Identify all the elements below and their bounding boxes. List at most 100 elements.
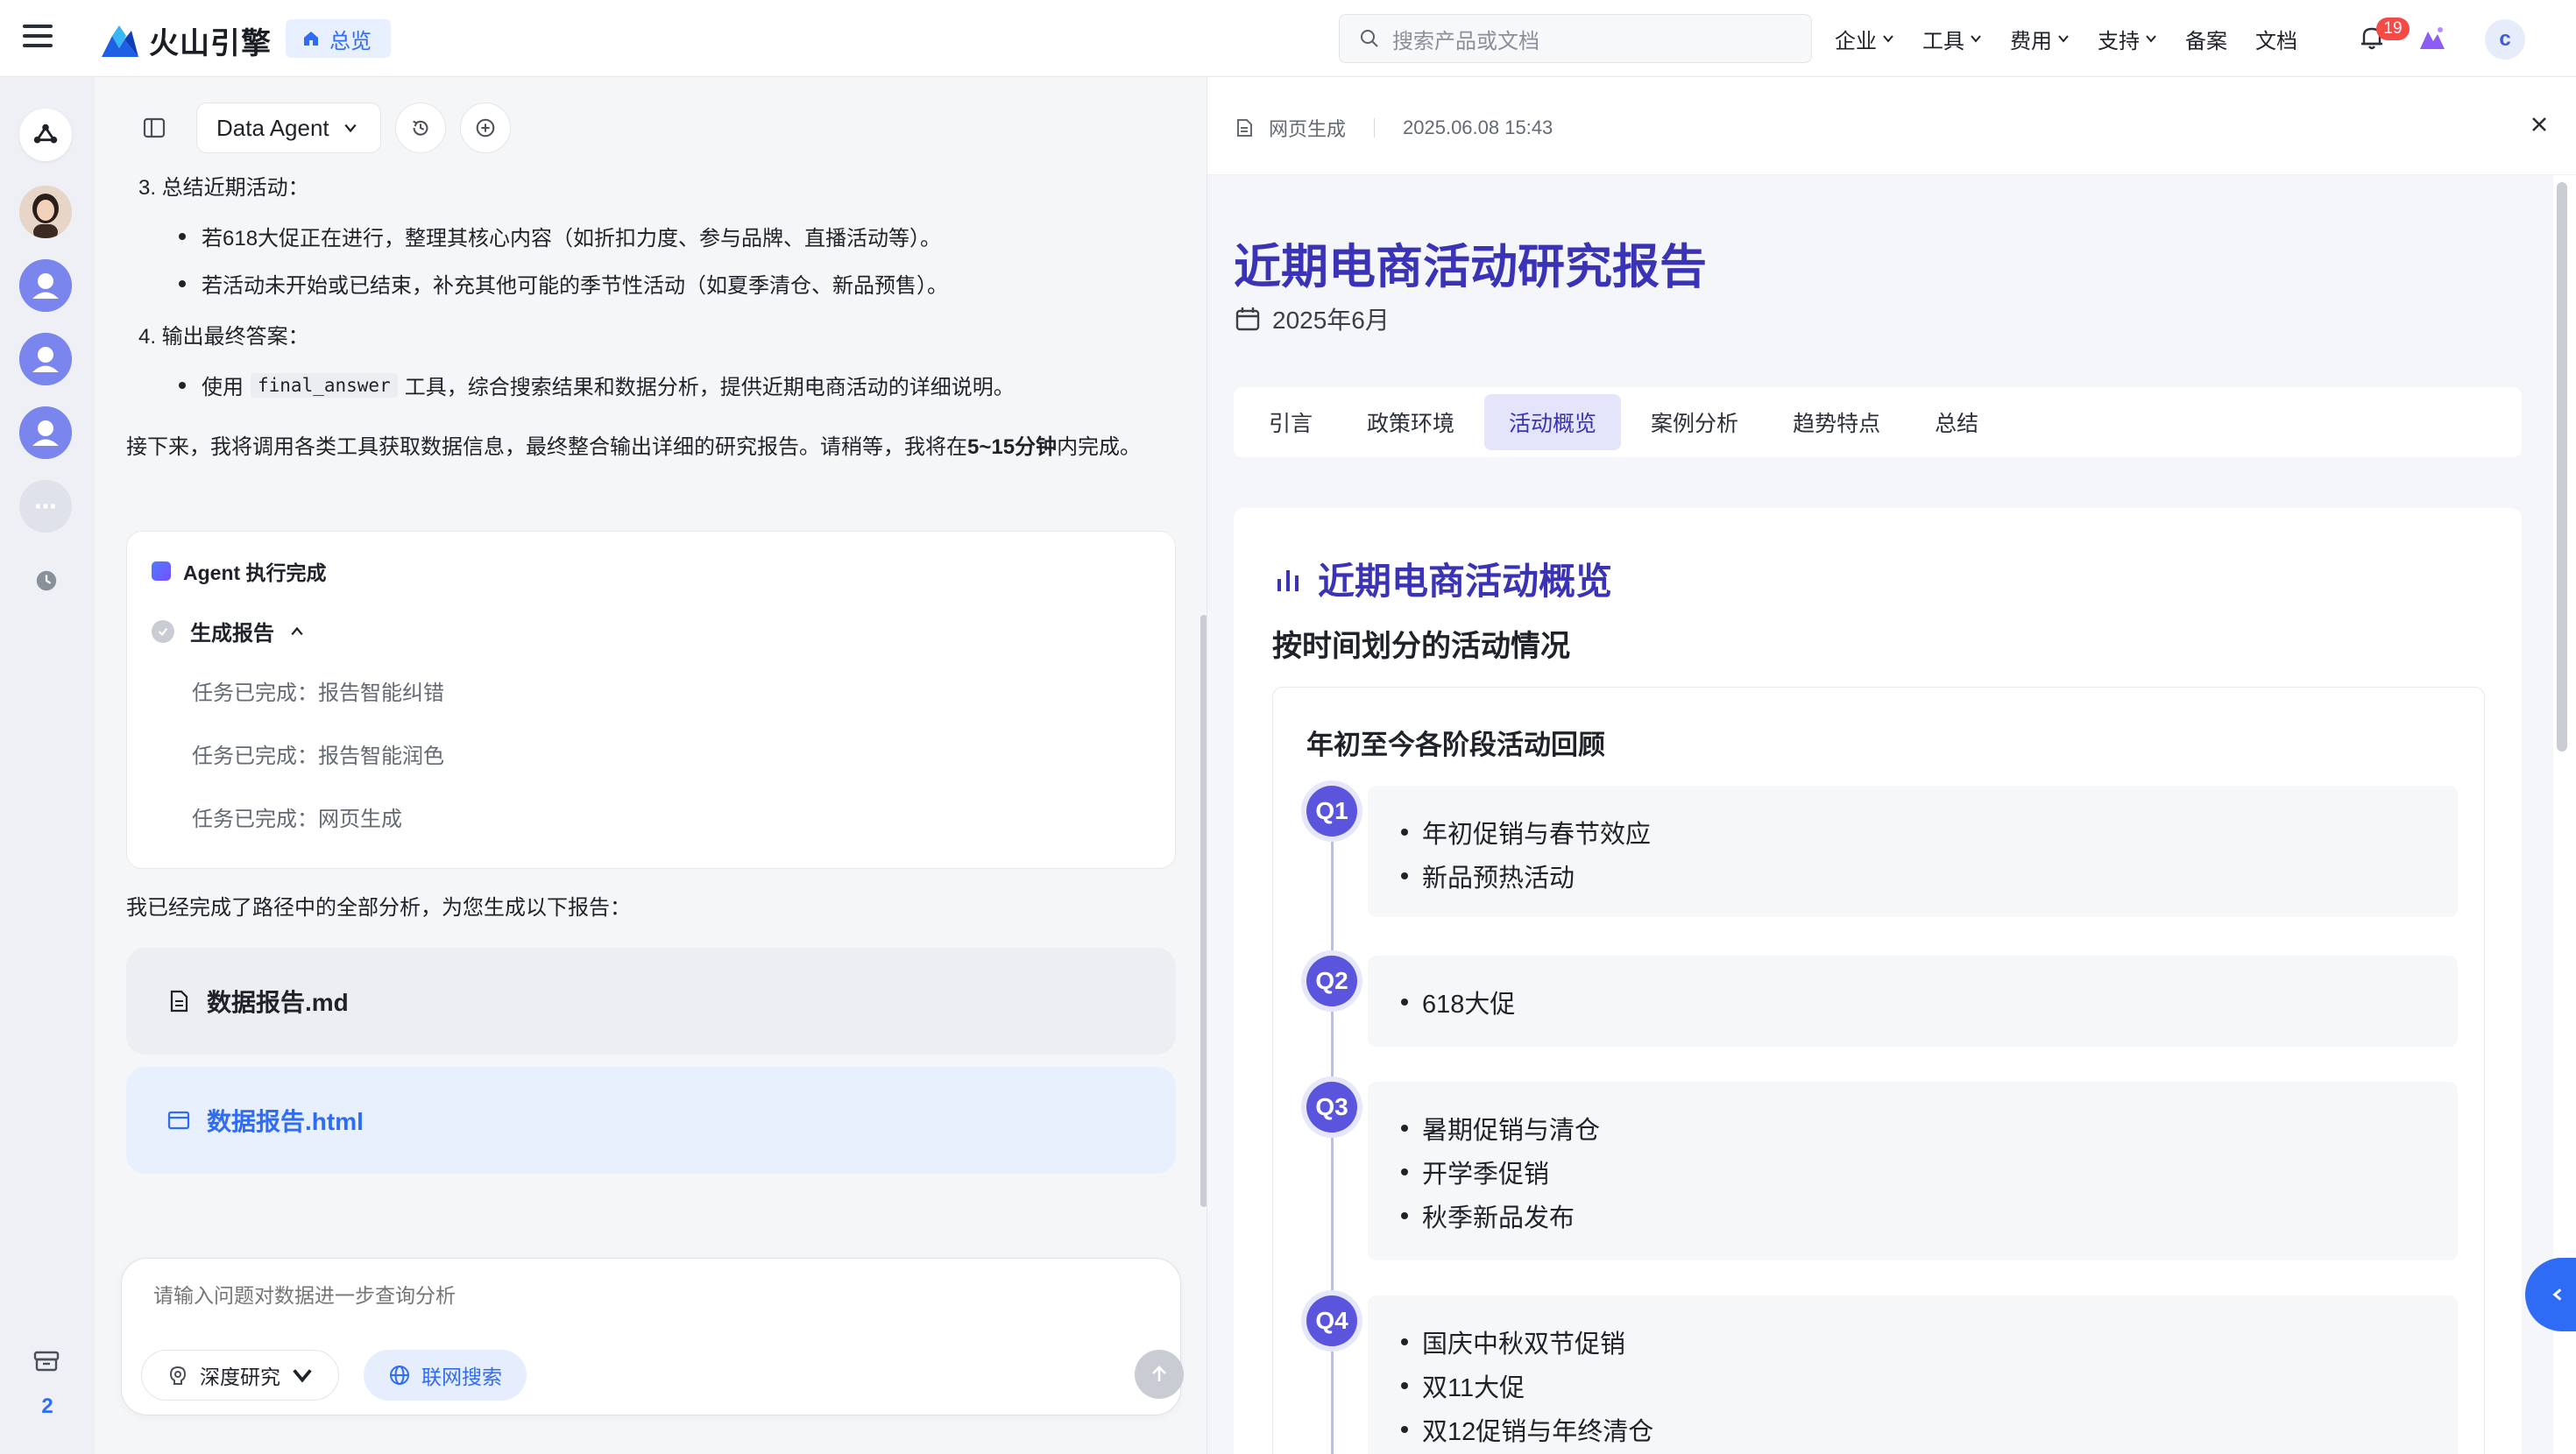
tab-trends[interactable]: 趋势特点 xyxy=(1768,394,1905,450)
panel-icon xyxy=(143,117,166,138)
agent-logo-icon xyxy=(33,124,58,144)
agent-avatar-3[interactable] xyxy=(19,406,72,459)
quarter-box: 暑期促销与清仓 开学季促销 秋季新品发布 xyxy=(1368,1082,2458,1260)
nav-enterprise[interactable]: 企业 xyxy=(1835,24,1894,54)
user-avatar-icon xyxy=(19,259,72,312)
agent-card-title-text: Agent 执行完成 xyxy=(183,561,327,584)
history-button[interactable] xyxy=(394,102,446,153)
bar-chart-icon xyxy=(1277,569,1299,591)
tab-summary[interactable]: 总结 xyxy=(1910,394,2003,450)
left-rail: ⋯ 2 xyxy=(0,77,95,1454)
history-clock-icon[interactable] xyxy=(33,568,60,594)
chip-label: 联网搜索 xyxy=(421,1366,502,1388)
status-paragraph: 接下来，我将调用各类工具获取数据信息，最终整合输出详细的研究报告。请稍等，我将在… xyxy=(126,431,1178,464)
inline-code: final_answer xyxy=(251,372,398,398)
quarter-item: 年初促销与春节效应 xyxy=(1401,814,1651,851)
quarter-item: 国庆中秋双节促销 xyxy=(1401,1323,1625,1360)
para-bold: 5~15分钟 xyxy=(967,435,1058,459)
completion-message: 我已经完成了路径中的全部分析，为您生成以下报告： xyxy=(126,896,631,920)
agent-avatar-1[interactable] xyxy=(19,259,72,312)
brand-logo[interactable]: 火山引擎 xyxy=(100,19,272,62)
more-icon[interactable]: ⋯ xyxy=(19,480,72,533)
quarter-box: 国庆中秋双节促销 双11大促 双12促销与年终清仓 xyxy=(1368,1295,2458,1454)
archive-count: 2 xyxy=(41,1394,53,1418)
chat-scrollbar[interactable] xyxy=(1200,615,1207,1207)
chevron-up-icon xyxy=(291,626,303,635)
agent-selector[interactable]: Data Agent xyxy=(196,102,381,153)
agent-name: Data Agent xyxy=(216,114,329,141)
quarter-item: 双12促销与年终清仓 xyxy=(1401,1411,1653,1448)
nav-label: 企业 xyxy=(1835,29,1877,53)
agent-status-card: Agent 执行完成 生成报告 任务已完成：报告智能纠错 任务已完成：报告智能润… xyxy=(126,531,1176,869)
brain-icon xyxy=(169,1366,187,1385)
data-agent-home-icon[interactable] xyxy=(19,109,72,161)
file-name: 数据报告.md xyxy=(207,989,349,1016)
assistant-avatar-photo[interactable] xyxy=(19,186,72,238)
nav-docs[interactable]: 文档 xyxy=(2255,24,2297,54)
check-icon xyxy=(152,619,174,643)
chat-input[interactable] xyxy=(153,1278,1135,1313)
nav-label: 备案 xyxy=(2185,29,2227,53)
overview-label: 总览 xyxy=(329,29,372,53)
document-icon xyxy=(170,990,188,1013)
nav-tools[interactable]: 工具 xyxy=(1922,24,1982,54)
quarter-box: 618大促 xyxy=(1368,956,2458,1047)
task-item: 任务已完成：网页生成 xyxy=(192,808,402,831)
report-html-file[interactable]: 数据报告.html xyxy=(126,1067,1176,1174)
quarter-item: 618大促 xyxy=(1401,984,1515,1020)
generate-report-step[interactable]: 生成报告 xyxy=(152,616,304,646)
brand-name: 火山引擎 xyxy=(149,27,272,60)
close-icon[interactable] xyxy=(2525,110,2553,138)
chevron-down-icon xyxy=(293,1369,312,1383)
chevron-down-icon xyxy=(2146,35,2156,43)
arrow-up-icon xyxy=(1152,1366,1166,1381)
archive-icon[interactable] xyxy=(32,1345,61,1375)
step4-heading: 4. 输出最终答案： xyxy=(138,325,309,349)
nav-label: 费用 xyxy=(2010,29,2052,53)
para-text: 接下来，我将调用各类工具获取数据信息，最终整合输出详细的研究报告。请稍等，我将在 xyxy=(126,435,967,459)
section-subtitle: 按时间划分的活动情况 xyxy=(1272,630,1570,663)
overview-button[interactable]: 总览 xyxy=(286,19,391,58)
agent-avatar-2[interactable] xyxy=(19,333,72,385)
clock-icon xyxy=(36,570,57,591)
tab-policy[interactable]: 政策环境 xyxy=(1342,394,1479,450)
tab-overview[interactable]: 活动概览 xyxy=(1484,394,1622,450)
nav-support[interactable]: 支持 xyxy=(2098,24,2157,54)
home-icon xyxy=(304,32,318,46)
step-label: 生成报告 xyxy=(190,622,274,646)
overview-section: 近期电商活动概览 按时间划分的活动情况 年初至今各阶段活动回顾 Q1 年初促销与… xyxy=(1234,508,2522,1454)
report-scrollbar[interactable] xyxy=(2557,182,2567,752)
section-title: 近期电商活动概览 xyxy=(1318,561,1613,602)
sidebar-toggle-icon[interactable] xyxy=(133,107,175,149)
report-meta: 网页生成 2025.06.08 15:43 xyxy=(1234,114,1553,142)
quarter-marker: Q4 xyxy=(1306,1295,1357,1346)
agent-badge-icon xyxy=(152,561,171,581)
user-avatar[interactable]: c xyxy=(2485,19,2525,60)
nav-billing[interactable]: 费用 xyxy=(2010,24,2070,54)
notification-badge: 19 xyxy=(2376,18,2410,40)
section-heading: 近期电商活动概览 xyxy=(1272,552,1612,605)
search-input[interactable]: 搜索产品或文档 xyxy=(1339,14,1812,63)
report-md-file[interactable]: 数据报告.md xyxy=(126,948,1176,1055)
task-item: 任务已完成：报告智能纠错 xyxy=(192,681,444,705)
chip-label: 深度研究 xyxy=(200,1366,280,1388)
chevron-down-icon xyxy=(1883,35,1893,43)
nav-label: 工具 xyxy=(1922,29,1964,53)
quarter-item: 新品预热活动 xyxy=(1401,858,1575,894)
menu-icon[interactable] xyxy=(23,25,53,51)
nav-filing[interactable]: 备案 xyxy=(2185,24,2227,54)
bullet-text-pre: 使用 xyxy=(202,376,244,399)
report-title: 近期电商活动研究报告 xyxy=(1234,241,1707,293)
nav-label: 文档 xyxy=(2255,29,2297,53)
report-body: 近期电商活动研究报告 2025年6月 引言 政策环境 活动概览 案例分析 趋势特… xyxy=(1207,175,2553,1454)
history-icon xyxy=(412,120,428,136)
send-button[interactable] xyxy=(1135,1350,1184,1399)
tab-cases[interactable]: 案例分析 xyxy=(1626,394,1763,450)
deep-research-toggle[interactable]: 深度研究 xyxy=(141,1350,339,1401)
ai-assistant-icon[interactable] xyxy=(2417,23,2448,54)
tab-intro[interactable]: 引言 xyxy=(1244,394,1337,450)
web-search-toggle[interactable]: 联网搜索 xyxy=(364,1350,527,1401)
new-chat-button[interactable] xyxy=(459,102,511,153)
chevron-left-icon xyxy=(2552,1288,2562,1301)
quarter-box: 年初促销与春节效应 新品预热活动 xyxy=(1368,786,2458,917)
